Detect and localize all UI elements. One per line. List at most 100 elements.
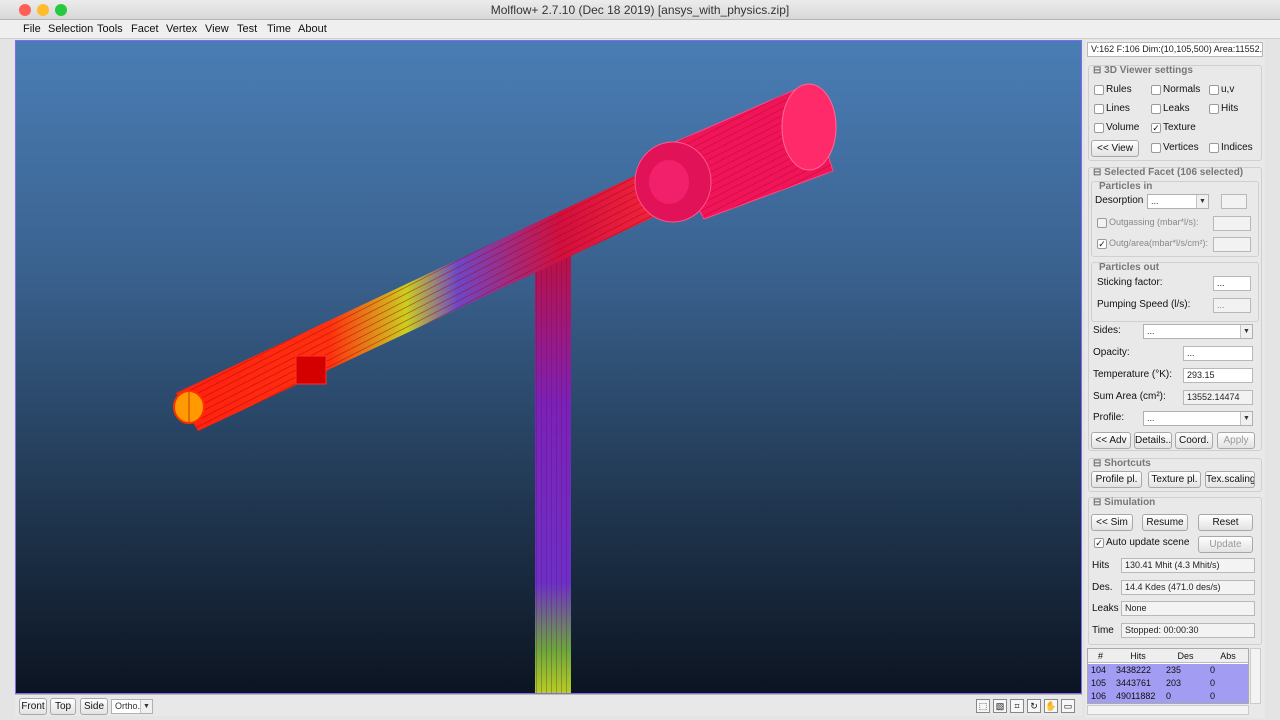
des-stat-label: Des. bbox=[1092, 582, 1113, 593]
sticking-factor-label: Sticking factor: bbox=[1097, 277, 1163, 288]
particles-out-title: Particles out bbox=[1099, 262, 1160, 273]
volume-checkbox[interactable] bbox=[1094, 123, 1104, 133]
desorption-select[interactable]: ... ▼ bbox=[1147, 194, 1209, 209]
facet-table[interactable]: # Hits Des Abs 104 3438222 235 0 105 344… bbox=[1087, 648, 1249, 704]
texture-checkbox[interactable]: ✓ bbox=[1151, 123, 1161, 133]
geometry-render bbox=[173, 83, 837, 693]
lines-checkbox[interactable] bbox=[1094, 104, 1104, 114]
particles-in-title: Particles in bbox=[1099, 181, 1153, 192]
minimize-window-icon[interactable] bbox=[37, 4, 49, 16]
menu-test[interactable]: Test bbox=[237, 23, 257, 35]
sum-area-label: Sum Area (cm²): bbox=[1093, 391, 1166, 402]
coord-button[interactable]: Coord. bbox=[1175, 432, 1213, 449]
texture-label: Texture bbox=[1163, 122, 1196, 133]
advanced-button[interactable]: << Adv bbox=[1091, 432, 1131, 449]
chevron-down-icon: ▼ bbox=[1196, 195, 1208, 208]
time-stat-field: Stopped: 00:00:30 bbox=[1121, 623, 1255, 638]
rotate-icon[interactable]: ↻ bbox=[1027, 699, 1041, 713]
outgassing-checkbox[interactable] bbox=[1097, 218, 1107, 228]
uv-label: u,v bbox=[1221, 84, 1235, 95]
outg-area-checkbox[interactable]: ✓ bbox=[1097, 239, 1107, 249]
temperature-field[interactable]: 293.15 bbox=[1183, 368, 1253, 383]
select-vertex-icon[interactable]: ⌗ bbox=[1010, 699, 1024, 713]
profile-label: Profile: bbox=[1093, 412, 1125, 423]
simulation-title: ⊟ Simulation bbox=[1093, 497, 1156, 508]
profile-select[interactable]: ... ▼ bbox=[1143, 411, 1253, 426]
projection-select[interactable]: Ortho. ▼ bbox=[111, 699, 153, 714]
profile-plotter-button[interactable]: Profile pl. bbox=[1091, 471, 1142, 488]
hits-stat-field: 130.41 Mhit (4.3 Mhit/s) bbox=[1121, 558, 1255, 573]
front-view-button[interactable]: Front bbox=[19, 698, 47, 715]
indices-checkbox[interactable] bbox=[1209, 143, 1219, 153]
menu-view[interactable]: View bbox=[205, 23, 229, 35]
zoom-window-icon[interactable] bbox=[55, 4, 67, 16]
menu-facet[interactable]: Facet bbox=[131, 23, 159, 35]
select-icon[interactable]: ⬚ bbox=[976, 699, 990, 713]
outg-area-label: Outg/area(mbar*l/s/cm²): bbox=[1109, 238, 1209, 248]
table-row[interactable]: 105 3443761 203 0 bbox=[1088, 677, 1248, 690]
close-window-icon[interactable] bbox=[19, 4, 31, 16]
leaks-checkbox[interactable] bbox=[1151, 104, 1161, 114]
column-header-hits[interactable]: Hits bbox=[1113, 649, 1163, 663]
table-row[interactable]: 104 3438222 235 0 bbox=[1088, 664, 1248, 677]
select-facet-icon[interactable]: ▧ bbox=[993, 699, 1007, 713]
pan-hand-icon[interactable]: ✋ bbox=[1044, 699, 1058, 713]
chevron-down-icon: ▼ bbox=[140, 700, 152, 713]
column-header-abs[interactable]: Abs bbox=[1208, 649, 1248, 663]
menu-file[interactable]: File bbox=[23, 23, 41, 35]
lines-label: Lines bbox=[1106, 103, 1130, 114]
resume-button[interactable]: Resume bbox=[1142, 514, 1188, 531]
column-header-index[interactable]: # bbox=[1088, 649, 1113, 663]
sim-toggle-button[interactable]: << Sim bbox=[1091, 514, 1133, 531]
pumping-speed-field[interactable]: ... bbox=[1213, 298, 1251, 313]
view-toggle-button[interactable]: << View bbox=[1091, 140, 1139, 157]
menu-bar: File Selection Tools Facet Vertex View T… bbox=[0, 20, 1280, 39]
menu-vertex[interactable]: Vertex bbox=[166, 23, 197, 35]
temperature-label: Temperature (°K): bbox=[1093, 369, 1173, 380]
rules-label: Rules bbox=[1106, 84, 1132, 95]
chevron-down-icon: ▼ bbox=[1240, 325, 1252, 338]
pumping-speed-label: Pumping Speed (l/s): bbox=[1097, 299, 1191, 310]
sides-select[interactable]: ... ▼ bbox=[1143, 324, 1253, 339]
vertices-checkbox[interactable] bbox=[1151, 143, 1161, 153]
des-stat-field: 14.4 Kdes (471.0 des/s) bbox=[1121, 580, 1255, 595]
outg-area-field[interactable] bbox=[1213, 237, 1251, 252]
chevron-down-icon: ▼ bbox=[1240, 412, 1252, 425]
texture-plotter-button[interactable]: Texture pl. bbox=[1148, 471, 1201, 488]
normals-checkbox[interactable] bbox=[1151, 85, 1161, 95]
details-button[interactable]: Details... bbox=[1134, 432, 1172, 449]
table-row[interactable]: 106 49011882 0 0 bbox=[1088, 690, 1248, 703]
reset-button[interactable]: Reset bbox=[1198, 514, 1253, 531]
menu-about[interactable]: About bbox=[298, 23, 327, 35]
menu-selection[interactable]: Selection bbox=[48, 23, 93, 35]
sticking-factor-field[interactable]: ... bbox=[1213, 276, 1251, 291]
window-title: Molflow+ 2.7.10 (Dec 18 2019) [ansys_wit… bbox=[490, 3, 790, 17]
apply-button[interactable]: Apply bbox=[1217, 432, 1255, 449]
texture-scaling-button[interactable]: Tex.scaling bbox=[1205, 471, 1255, 488]
opacity-label: Opacity: bbox=[1093, 347, 1130, 358]
menu-time[interactable]: Time bbox=[267, 23, 291, 35]
viewer-toolbar: Front Top Side Ortho. ▼ ⬚ ▧ ⌗ ↻ ✋ ▭ bbox=[15, 694, 1082, 716]
auto-update-checkbox[interactable]: ✓ bbox=[1094, 538, 1104, 548]
sides-label: Sides: bbox=[1093, 325, 1121, 336]
desorption-label: Desorption bbox=[1095, 195, 1144, 206]
opacity-field[interactable]: ... bbox=[1183, 346, 1253, 361]
fullscreen-icon[interactable]: ▭ bbox=[1061, 699, 1075, 713]
update-button[interactable]: Update bbox=[1198, 536, 1253, 553]
hits-checkbox[interactable] bbox=[1209, 104, 1219, 114]
menu-tools[interactable]: Tools bbox=[97, 23, 123, 35]
column-header-des[interactable]: Des bbox=[1163, 649, 1208, 663]
table-horizontal-scrollbar[interactable] bbox=[1087, 705, 1249, 715]
outgassing-field[interactable] bbox=[1213, 216, 1251, 231]
uv-checkbox[interactable] bbox=[1209, 85, 1219, 95]
side-view-button[interactable]: Side bbox=[80, 698, 108, 715]
rules-checkbox[interactable] bbox=[1094, 85, 1104, 95]
3d-viewer[interactable] bbox=[15, 40, 1082, 694]
desorption-exponent-field[interactable] bbox=[1221, 194, 1247, 209]
volume-label: Volume bbox=[1106, 122, 1140, 133]
top-view-button[interactable]: Top bbox=[50, 698, 76, 715]
hits-label: Hits bbox=[1221, 103, 1239, 114]
time-stat-label: Time bbox=[1092, 625, 1114, 636]
title-bar: Molflow+ 2.7.10 (Dec 18 2019) [ansys_wit… bbox=[0, 0, 1280, 20]
table-vertical-scrollbar[interactable] bbox=[1250, 648, 1261, 704]
